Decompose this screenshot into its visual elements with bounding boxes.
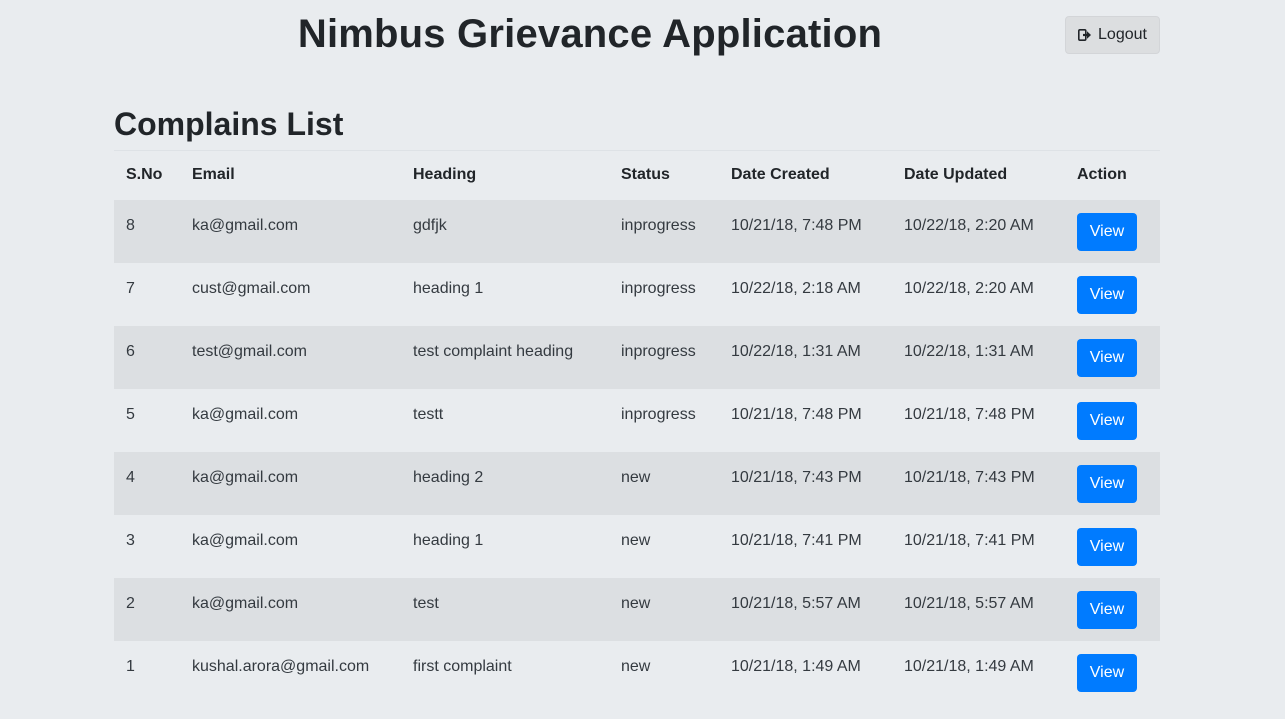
column-header-sno: S.No xyxy=(126,166,163,184)
cell-heading: first complaint xyxy=(413,657,512,675)
cell-date-updated: 10/22/18, 2:20 AM xyxy=(904,216,1034,234)
cell-date-updated: 10/22/18, 2:20 AM xyxy=(904,279,1034,297)
table-row: 7 cust@gmail.com heading 1 inprogress 10… xyxy=(114,263,1160,326)
cell-email: cust@gmail.com xyxy=(192,279,311,297)
cell-heading: testt xyxy=(413,405,444,423)
table-row: 5 ka@gmail.com testt inprogress 10/21/18… xyxy=(114,389,1160,452)
sign-out-icon xyxy=(1078,29,1092,41)
page: Nimbus Grievance Application Logout Comp… xyxy=(0,0,1285,719)
cell-status: new xyxy=(621,531,651,549)
cell-action: View xyxy=(1065,452,1160,515)
cell-date-updated: 10/21/18, 7:48 PM xyxy=(904,405,1035,423)
view-button[interactable]: View xyxy=(1077,212,1137,251)
cell-action: View xyxy=(1065,578,1160,641)
cell-date-updated: 10/22/18, 1:31 AM xyxy=(904,342,1034,360)
cell-action: View xyxy=(1065,200,1160,263)
cell-date-updated: 10/21/18, 7:43 PM xyxy=(904,468,1035,486)
view-button[interactable]: View xyxy=(1077,401,1137,440)
complaints-table: S.No Email Heading Status Date Created D… xyxy=(114,150,1160,704)
cell-action: View xyxy=(1065,326,1160,389)
cell-email: kushal.arora@gmail.com xyxy=(192,657,370,675)
table-row: 4 ka@gmail.com heading 2 new 10/21/18, 7… xyxy=(114,451,1160,515)
cell-sno: 2 xyxy=(126,594,135,612)
view-button[interactable]: View xyxy=(1077,653,1137,692)
cell-action: View xyxy=(1065,389,1160,452)
table-row: 3 ka@gmail.com heading 1 new 10/21/18, 7… xyxy=(114,515,1160,578)
cell-status: new xyxy=(621,594,651,612)
table-row: 6 test@gmail.com test complaint heading … xyxy=(114,325,1160,389)
cell-heading: heading 2 xyxy=(413,468,484,486)
cell-date-created: 10/21/18, 7:43 PM xyxy=(731,468,862,486)
cell-email: test@gmail.com xyxy=(192,342,307,360)
cell-date-updated: 10/21/18, 1:49 AM xyxy=(904,657,1034,675)
column-header-date-updated: Date Updated xyxy=(904,166,1008,184)
view-button[interactable]: View xyxy=(1077,527,1137,566)
cell-sno: 7 xyxy=(126,279,135,297)
cell-date-created: 10/21/18, 1:49 AM xyxy=(731,657,861,675)
cell-status: new xyxy=(621,657,651,675)
complaints-table-wrapper: S.No Email Heading Status Date Created D… xyxy=(114,150,1160,704)
cell-date-updated: 10/21/18, 7:41 PM xyxy=(904,531,1035,549)
view-button[interactable]: View xyxy=(1077,338,1137,377)
cell-heading: heading 1 xyxy=(413,279,484,297)
cell-email: ka@gmail.com xyxy=(192,531,299,549)
table-row: 2 ka@gmail.com test new 10/21/18, 5:57 A… xyxy=(114,577,1160,641)
column-header-status: Status xyxy=(621,166,670,184)
app-title: Nimbus Grievance Application xyxy=(297,12,883,56)
column-header-action: Action xyxy=(1077,166,1127,184)
cell-heading: test xyxy=(413,594,439,612)
cell-date-created: 10/21/18, 5:57 AM xyxy=(731,594,861,612)
cell-date-created: 10/22/18, 1:31 AM xyxy=(731,342,861,360)
table-row: 8 ka@gmail.com gdfjk inprogress 10/21/18… xyxy=(114,199,1160,263)
cell-email: ka@gmail.com xyxy=(192,405,299,423)
cell-email: ka@gmail.com xyxy=(192,594,299,612)
cell-date-created: 10/21/18, 7:48 PM xyxy=(731,405,862,423)
view-button[interactable]: View xyxy=(1077,590,1137,629)
column-header-heading: Heading xyxy=(413,166,477,184)
table-header-row: S.No Email Heading Status Date Created D… xyxy=(114,150,1160,200)
cell-heading: test complaint heading xyxy=(413,342,574,360)
cell-sno: 1 xyxy=(126,657,135,675)
cell-action: View xyxy=(1065,515,1160,578)
cell-sno: 6 xyxy=(126,342,135,360)
table-body: 8 ka@gmail.com gdfjk inprogress 10/21/18… xyxy=(114,199,1160,704)
cell-date-created: 10/21/18, 7:41 PM xyxy=(731,531,862,549)
logout-label: Logout xyxy=(1098,26,1147,43)
cell-action: View xyxy=(1065,641,1160,704)
cell-date-updated: 10/21/18, 5:57 AM xyxy=(904,594,1034,612)
cell-status: inprogress xyxy=(621,342,696,360)
view-button[interactable]: View xyxy=(1077,275,1137,314)
view-button[interactable]: View xyxy=(1077,464,1137,503)
logout-button[interactable]: Logout xyxy=(1065,16,1160,54)
cell-status: new xyxy=(621,468,651,486)
cell-date-created: 10/22/18, 2:18 AM xyxy=(731,279,861,297)
cell-status: inprogress xyxy=(621,216,696,234)
cell-sno: 4 xyxy=(126,468,135,486)
table-row: 1 kushal.arora@gmail.com first complaint… xyxy=(114,641,1160,704)
cell-date-created: 10/21/18, 7:48 PM xyxy=(731,216,862,234)
cell-email: ka@gmail.com xyxy=(192,468,299,486)
cell-email: ka@gmail.com xyxy=(192,216,299,234)
cell-status: inprogress xyxy=(621,279,696,297)
column-header-date-created: Date Created xyxy=(731,166,830,184)
cell-sno: 3 xyxy=(126,531,135,549)
cell-action: View xyxy=(1065,263,1160,326)
cell-sno: 8 xyxy=(126,216,135,234)
cell-heading: heading 1 xyxy=(413,531,484,549)
cell-status: inprogress xyxy=(621,405,696,423)
column-header-email: Email xyxy=(192,166,235,184)
cell-heading: gdfjk xyxy=(413,216,447,234)
section-title: Complains List xyxy=(114,106,344,142)
cell-sno: 5 xyxy=(126,405,135,423)
